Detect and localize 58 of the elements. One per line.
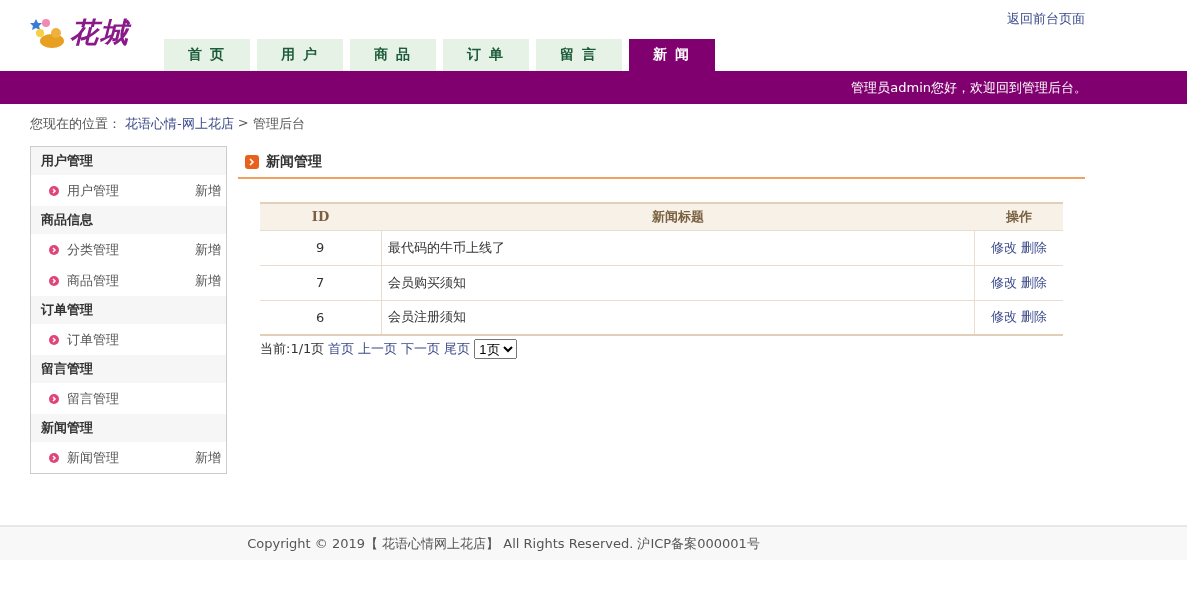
back-to-frontend-link[interactable]: 返回前台页面	[1007, 10, 1085, 28]
chevron-bullet-icon	[49, 275, 59, 286]
breadcrumb-separator: >	[237, 115, 249, 132]
table-cell: 7	[260, 265, 381, 300]
column-header: 操作	[974, 203, 1063, 230]
action-link[interactable]: 删除	[1020, 309, 1047, 325]
logo-text: 花城	[70, 15, 130, 51]
table-cell: 6	[260, 300, 381, 335]
sidebar-group-title: 留言管理	[31, 355, 226, 383]
chevron-bullet-icon	[49, 452, 59, 463]
sidebar-group-title: 商品信息	[31, 206, 226, 234]
sidebar-item[interactable]: 新闻管理	[67, 448, 195, 467]
table-cell: 9	[260, 230, 381, 265]
sidebar-group-title: 用户管理	[31, 147, 226, 175]
action-link[interactable]: 删除	[1020, 239, 1047, 255]
chevron-bullet-icon	[49, 334, 59, 345]
sidebar-item[interactable]: 订单管理	[67, 330, 221, 349]
table-cell: 会员注册须知	[381, 300, 974, 335]
sidebar-item[interactable]: 留言管理	[67, 389, 221, 408]
table-cell: 最代码的牛币上线了	[381, 230, 974, 265]
sidebar-item[interactable]: 分类管理	[67, 240, 195, 259]
copyright-text: Copyright © 2019【 花语心情网上花店】 All Rights Reserved. 沪ICP备案000001号	[247, 534, 760, 553]
add-link[interactable]: 新增	[195, 240, 221, 259]
table-cell: 会员购买须知	[381, 265, 974, 300]
add-link[interactable]: 新增	[195, 181, 221, 200]
sidebar-group-title: 新闻管理	[31, 414, 226, 442]
breadcrumb-link[interactable]: 花语心情-网上花店	[125, 115, 234, 146]
nav-tab[interactable]: 商 品	[350, 39, 436, 71]
sidebar-group-title: 订单管理	[31, 296, 226, 324]
pagination-link[interactable]: 上一页	[358, 340, 398, 358]
section-title: 新闻管理	[266, 152, 322, 171]
breadcrumb-label: 您现在的位置：	[30, 115, 121, 133]
column-header: 新闻标题	[381, 203, 974, 230]
nav-tab[interactable]: 首 页	[164, 39, 250, 71]
action-link[interactable]: 删除	[1020, 274, 1047, 290]
arrow-square-icon	[245, 154, 259, 169]
pagination-link[interactable]: 下一页	[401, 340, 441, 358]
chevron-bullet-icon	[49, 244, 59, 255]
add-link[interactable]: 新增	[195, 271, 221, 290]
page-status: 当前:1/1页	[260, 340, 325, 358]
nav-tab[interactable]: 留 言	[536, 39, 622, 71]
nav-tab[interactable]: 订 单	[443, 39, 529, 71]
add-link[interactable]: 新增	[195, 448, 221, 467]
sidebar-item[interactable]: 商品管理	[67, 271, 195, 290]
action-link[interactable]: 修改	[990, 239, 1017, 255]
page-select[interactable]: 1页	[474, 339, 518, 359]
nav-tab[interactable]: 新 闻	[629, 39, 715, 71]
column-header: ID	[260, 203, 381, 230]
pagination-link[interactable]: 首页	[328, 340, 355, 358]
nav-tab[interactable]: 用 户	[257, 39, 343, 71]
sidebar-item[interactable]: 用户管理	[67, 181, 195, 200]
pagination-link[interactable]: 尾页	[444, 340, 471, 358]
chevron-bullet-icon	[49, 393, 59, 404]
action-link[interactable]: 修改	[990, 274, 1017, 290]
action-link[interactable]: 修改	[990, 309, 1017, 325]
chevron-bullet-icon	[49, 185, 59, 196]
breadcrumb-current: 管理后台	[252, 115, 305, 133]
welcome-text: 管理员admin您好，欢迎回到管理后台。	[851, 78, 1087, 97]
